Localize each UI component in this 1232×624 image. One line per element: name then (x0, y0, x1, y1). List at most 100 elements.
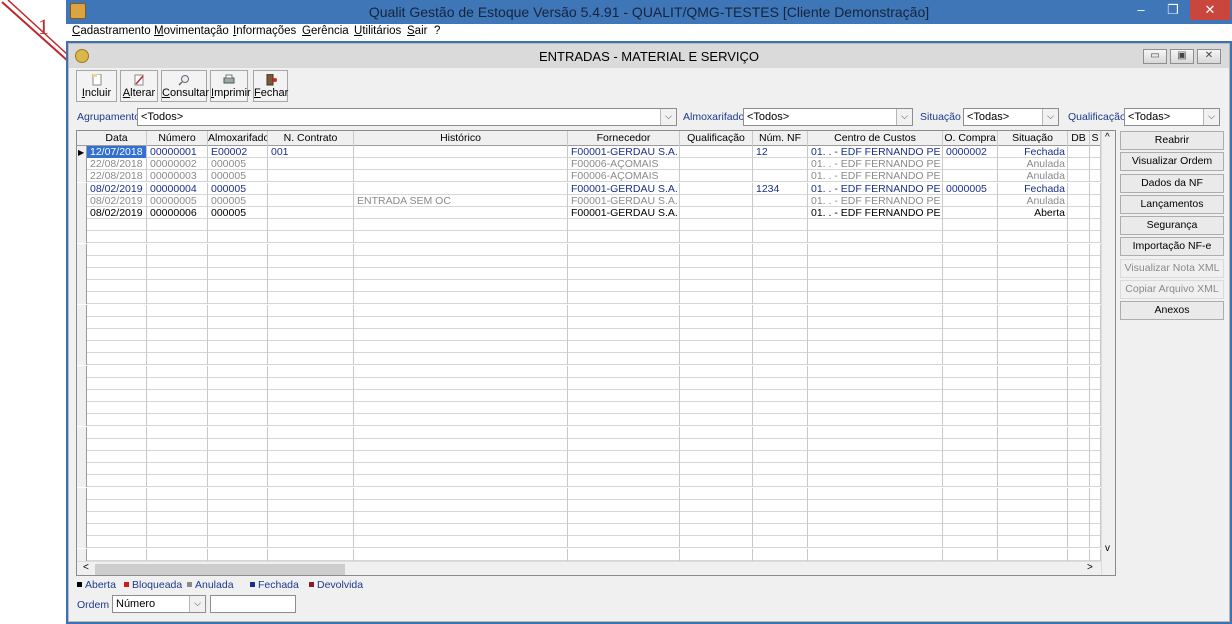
table-row[interactable] (77, 414, 1115, 427)
child-minimize-button[interactable]: ▭ (1143, 49, 1167, 64)
side-button-5[interactable]: Importação NF-e (1120, 237, 1224, 256)
column-header[interactable]: Fornecedor (568, 131, 680, 146)
row-selector[interactable] (77, 280, 87, 293)
table-row[interactable] (77, 402, 1115, 415)
column-header[interactable]: Centro de Custos (808, 131, 943, 146)
table-row[interactable] (77, 280, 1115, 293)
table-row[interactable] (77, 341, 1115, 354)
ordem-search-input[interactable] (210, 595, 296, 613)
row-selector[interactable] (77, 512, 87, 524)
horizontal-scroll-thumb[interactable] (95, 564, 345, 575)
row-selector[interactable] (77, 426, 87, 439)
scroll-down-icon[interactable]: v (1105, 543, 1110, 554)
column-header[interactable]: Situação (998, 131, 1068, 146)
column-header[interactable]: Data (87, 131, 147, 146)
table-row[interactable] (77, 377, 1115, 390)
column-header[interactable]: Qualificação (680, 131, 753, 146)
table-row[interactable] (77, 353, 1115, 366)
table-row[interactable] (77, 390, 1115, 402)
row-selector[interactable] (77, 329, 87, 341)
table-row[interactable] (77, 329, 1115, 341)
table-row[interactable] (77, 292, 1115, 305)
consultar-button[interactable]: Consultar (161, 70, 209, 102)
scroll-left-icon[interactable]: < (83, 562, 89, 573)
row-selector[interactable] (77, 182, 87, 195)
row-selector[interactable] (77, 219, 87, 232)
row-selector[interactable] (77, 475, 87, 488)
child-restore-button[interactable]: ▣ (1170, 49, 1194, 64)
side-button-0[interactable]: Reabrir (1120, 131, 1224, 150)
imprimir-button[interactable]: Imprimir (210, 70, 251, 102)
ordem-select[interactable]: Número ⌵ (112, 595, 206, 613)
table-row[interactable]: 08/02/2019 00000006 000005 F00001-GERDAU S.… (77, 207, 1115, 219)
row-selector[interactable] (77, 243, 87, 256)
table-row[interactable] (77, 548, 1115, 561)
restore-button[interactable]: ❐ (1158, 0, 1188, 20)
table-row[interactable] (77, 487, 1115, 500)
table-row[interactable] (77, 365, 1115, 378)
table-row[interactable]: ▶ 12/07/2018 00000001 E00002 001 F00001-GERDA… (77, 146, 1115, 158)
row-selector[interactable] (77, 499, 87, 512)
table-row[interactable] (77, 304, 1115, 317)
row-selector[interactable] (77, 524, 87, 537)
table-row[interactable] (77, 451, 1115, 463)
row-selector[interactable] (77, 548, 87, 561)
menu-gerencia[interactable]: Gerência (302, 25, 349, 37)
table-row[interactable] (77, 524, 1115, 537)
row-selector[interactable] (77, 402, 87, 415)
table-row[interactable] (77, 426, 1115, 439)
row-selector[interactable] (77, 438, 87, 451)
agrupamento-select[interactable]: <Todos> ⌵ (137, 108, 677, 126)
side-button-3[interactable]: Lançamentos (1120, 195, 1224, 214)
row-selector[interactable] (77, 304, 87, 317)
child-close-button[interactable]: ✕ (1197, 49, 1221, 64)
horizontal-scrollbar[interactable]: < > (77, 561, 1101, 575)
menu-informacoes[interactable]: Informações (233, 25, 296, 37)
close-button[interactable]: ✕ (1190, 0, 1230, 20)
table-row[interactable] (77, 316, 1115, 329)
table-row[interactable] (77, 219, 1115, 232)
row-selector[interactable] (77, 316, 87, 329)
column-header[interactable]: Núm. NF (753, 131, 808, 146)
table-row[interactable] (77, 243, 1115, 256)
row-selector[interactable] (77, 390, 87, 402)
vertical-scrollbar[interactable]: ^ v (1101, 131, 1115, 575)
side-button-8[interactable]: Anexos (1120, 301, 1224, 320)
row-selector[interactable] (77, 365, 87, 378)
table-row[interactable]: 08/02/2019 00000005 000005 ENTRADA SEM OC F0… (77, 194, 1115, 207)
menu-cadastramento[interactable]: Cadastramento (72, 25, 151, 37)
row-selector[interactable] (77, 158, 87, 171)
row-selector[interactable] (77, 414, 87, 427)
table-row[interactable] (77, 463, 1115, 476)
column-header[interactable]: N. Contrato (268, 131, 354, 146)
table-row[interactable]: 08/02/2019 00000004 000005 F00001-GERDAU S.… (77, 182, 1115, 195)
table-row[interactable]: 22/08/2018 00000002 000005 F00006-AÇOMAIS 01… (77, 158, 1115, 171)
scroll-up-icon[interactable]: ^ (1105, 132, 1110, 143)
side-button-2[interactable]: Dados da NF (1120, 174, 1224, 193)
column-header[interactable]: O. Compra (943, 131, 998, 146)
row-selector[interactable] (77, 487, 87, 500)
table-row[interactable] (77, 536, 1115, 549)
scroll-right-icon[interactable]: > (1087, 562, 1093, 573)
side-button-4[interactable]: Segurança (1120, 216, 1224, 235)
row-selector[interactable] (77, 194, 87, 207)
row-selector[interactable]: ▶ (77, 146, 87, 158)
incluir-button[interactable]: Incluir (76, 70, 117, 102)
column-header[interactable]: Almoxarifado (208, 131, 268, 146)
minimize-button[interactable]: – (1126, 0, 1156, 20)
alterar-button[interactable]: Alterar (120, 70, 158, 102)
menu-sair[interactable]: Sair (407, 25, 427, 37)
row-selector[interactable] (77, 231, 87, 244)
table-row[interactable] (77, 268, 1115, 280)
row-selector[interactable] (77, 341, 87, 354)
row-selector[interactable] (77, 268, 87, 280)
table-row[interactable]: 22/08/2018 00000003 000005 F00006-AÇOMAIS 01… (77, 170, 1115, 183)
table-row[interactable] (77, 475, 1115, 488)
row-selector[interactable] (77, 536, 87, 549)
row-selector[interactable] (77, 377, 87, 390)
column-header[interactable]: Histórico (354, 131, 568, 146)
situacao-select[interactable]: <Todas> ⌵ (963, 108, 1059, 126)
column-header[interactable]: DB (1068, 131, 1090, 146)
menu-movimentacao[interactable]: Movimentação (154, 25, 229, 37)
row-selector[interactable] (77, 255, 87, 268)
